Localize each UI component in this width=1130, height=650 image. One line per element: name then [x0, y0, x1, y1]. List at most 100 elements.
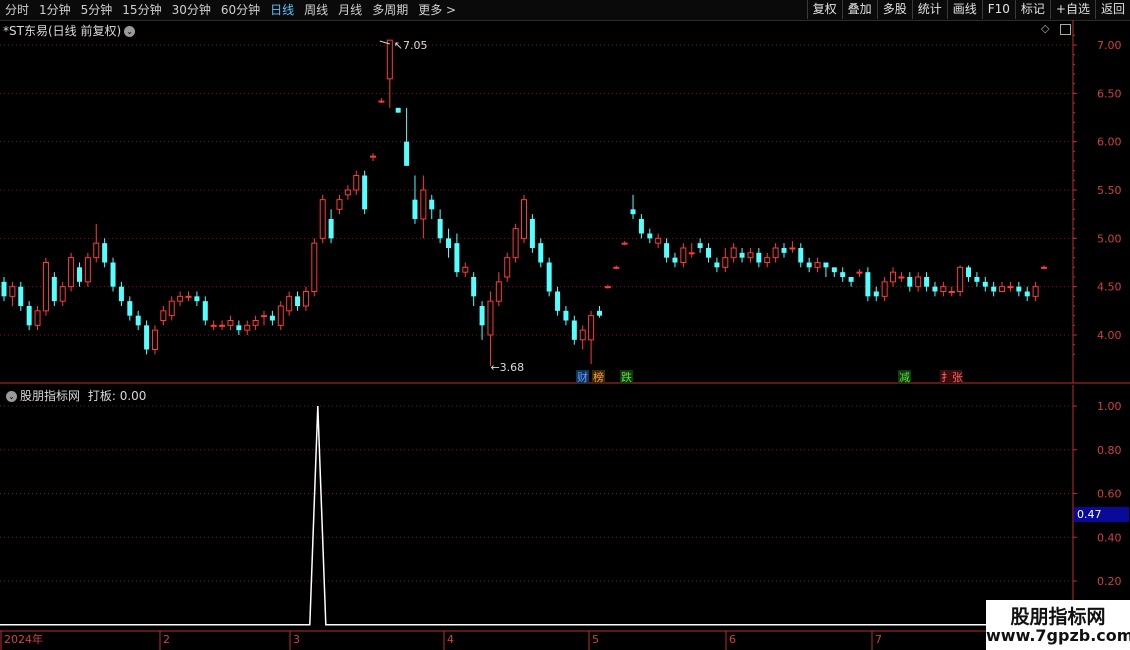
candle-body [655, 237, 662, 244]
candle-body [429, 199, 435, 210]
candle-body [814, 262, 821, 268]
candle-body [210, 324, 217, 327]
kline-chart[interactable]: 7.00 6.50 6.00 5.50 5.00 4.50 4.00 ↖7.05 ←3.68 财榜… [0, 0, 1130, 650]
candle-body [18, 286, 24, 306]
candle-body [1024, 291, 1030, 297]
candle-body [730, 247, 737, 259]
event-tag-0: 财 [577, 370, 588, 384]
candle-body [898, 276, 905, 279]
candle-body [479, 306, 485, 326]
candle-body [219, 324, 226, 327]
candle-body [412, 199, 418, 219]
candle-body [144, 325, 150, 350]
candle-body [613, 266, 620, 269]
candle-body [177, 295, 184, 302]
candle-body [798, 248, 804, 263]
candle-body [529, 219, 535, 248]
candle-body [194, 296, 200, 302]
watermark-url: www.7gpzb.com [986, 626, 1130, 645]
indicator-axis-label: 0.40 [1097, 531, 1122, 544]
candle-body [168, 300, 175, 317]
candle-body [881, 281, 888, 297]
indicator-current-value-box: 0.47 [1074, 507, 1129, 522]
candle-body [269, 315, 275, 321]
candle-body [940, 286, 947, 292]
candle-body [471, 277, 477, 297]
candle-body [555, 291, 561, 311]
candle-body [840, 272, 846, 277]
candle-body [404, 141, 410, 166]
event-tag-1: 榜 [593, 370, 604, 384]
low-price-label: ←3.68 [490, 361, 524, 374]
candle-body [739, 252, 745, 258]
candle-body [185, 295, 192, 298]
candle-body [202, 301, 208, 321]
price-axis-label: 4.00 [1097, 329, 1122, 342]
candle-body [571, 320, 577, 340]
candle-body [252, 320, 259, 326]
candle-body [1041, 266, 1047, 269]
date-label: 5 [592, 633, 599, 646]
candle-body [563, 310, 569, 321]
candle-body [51, 277, 57, 302]
candle-body [991, 286, 997, 292]
candle-body [118, 286, 124, 302]
candle-body [873, 291, 879, 297]
candle-body [311, 242, 318, 293]
watermark-title: 股朋指标网 [1010, 606, 1106, 628]
candle-body [102, 243, 108, 263]
candle-body [630, 209, 636, 215]
price-axis-label: 6.00 [1097, 136, 1122, 149]
candle-body [1007, 286, 1014, 289]
candle-body [76, 267, 82, 282]
candle-body [319, 199, 326, 239]
candle-body [236, 325, 242, 331]
candle-body [647, 233, 653, 239]
candle-body [747, 252, 754, 259]
candle-body [579, 329, 586, 341]
candle-body [604, 286, 611, 289]
candle-body [890, 271, 897, 283]
date-label: 2024年 [4, 632, 43, 646]
candle-body [680, 247, 687, 263]
candle-body [420, 189, 427, 220]
candle-body [948, 291, 955, 293]
candle-body [370, 155, 377, 158]
candle-body [789, 247, 796, 250]
candle-body [160, 310, 167, 322]
event-tag-4: 扌张 [941, 370, 963, 384]
candle-body [722, 257, 729, 268]
candle-body [1, 281, 7, 297]
date-label: 6 [729, 633, 736, 646]
candle-body [688, 252, 695, 255]
watermark: 股朋指标网 www.7gpzb.com [986, 600, 1130, 650]
price-axis-label: 7.00 [1097, 39, 1122, 52]
candle-body [781, 248, 787, 253]
candle-body [261, 315, 267, 318]
indicator-line [0, 405, 1073, 626]
candle-body [454, 243, 460, 273]
candle-body [538, 243, 544, 263]
candle-body [446, 238, 452, 248]
candle-body [546, 262, 552, 292]
candle-body [295, 296, 301, 306]
candle-body [504, 257, 511, 278]
candle-body [924, 277, 930, 287]
candle-body [932, 286, 938, 292]
candle-body [495, 281, 502, 302]
candle-body [344, 189, 351, 196]
date-label: 7 [875, 633, 882, 646]
candle-body [982, 281, 988, 287]
candle-body [706, 248, 712, 258]
indicator-axis-label: 0.60 [1097, 488, 1122, 501]
candle-body [907, 277, 913, 287]
candle-body [127, 301, 133, 316]
indicator-axis-label: 0.80 [1097, 444, 1122, 457]
candle-body [336, 199, 343, 210]
candle-body [110, 262, 116, 287]
date-label: 4 [447, 633, 454, 646]
candle-body [638, 219, 644, 234]
candle-body [328, 219, 334, 239]
candle-body [9, 286, 16, 297]
event-tag-3: 减 [899, 371, 910, 384]
